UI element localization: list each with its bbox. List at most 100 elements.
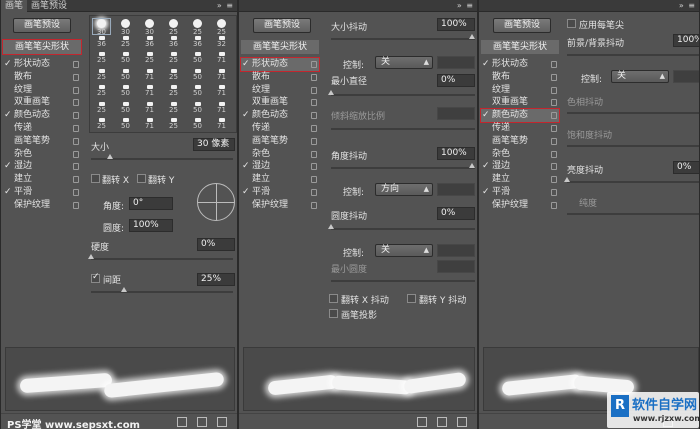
trash-icon[interactable] <box>217 417 227 427</box>
checkmark-icon[interactable]: ✓ <box>482 160 490 173</box>
brush-tip-cell[interactable]: 36 <box>189 35 206 51</box>
brush-tip-cell[interactable]: 25 <box>93 118 110 133</box>
brush-tip-cell[interactable]: 71 <box>141 68 158 84</box>
lock-icon[interactable] <box>551 86 557 94</box>
brush-tip-cell[interactable]: 50 <box>189 101 206 117</box>
lock-icon[interactable] <box>73 137 79 145</box>
angle-jitter-slider[interactable] <box>331 163 475 169</box>
checkmark-icon[interactable]: ✓ <box>242 186 250 199</box>
lock-icon[interactable] <box>73 86 79 94</box>
lock-icon[interactable] <box>551 99 557 107</box>
tilt-scale-field[interactable] <box>437 107 475 120</box>
lock-icon[interactable] <box>551 201 557 209</box>
sidebar-item[interactable]: 纹理 <box>3 84 81 97</box>
lock-icon[interactable] <box>311 176 317 184</box>
brush-tip-cell[interactable]: 36 <box>165 35 182 51</box>
brush-projection-checkbox[interactable] <box>329 309 338 318</box>
lock-icon[interactable] <box>73 163 79 171</box>
brush-tip-cell[interactable]: 50 <box>117 52 134 67</box>
lock-icon[interactable] <box>551 137 557 145</box>
flip-y-jitter-checkbox[interactable] <box>407 294 416 303</box>
brush-tip-cell[interactable]: 71 <box>213 118 230 133</box>
brush-tip-cell[interactable]: 25 <box>93 68 110 84</box>
sidebar-item[interactable]: 建立 <box>481 173 559 186</box>
brush-presets-button[interactable]: 画笔预设 <box>13 18 71 33</box>
brush-tip-cell[interactable]: 50 <box>117 85 134 100</box>
angle-field[interactable]: 0° <box>129 197 173 210</box>
brush-tip-cell[interactable]: 50 <box>117 118 134 133</box>
size-jitter-slider[interactable] <box>331 34 475 40</box>
roundness-fade-field[interactable] <box>437 244 475 257</box>
trash-icon[interactable] <box>457 417 467 427</box>
brush-tip-cell[interactable]: 71 <box>213 68 230 84</box>
brush-tip-grid[interactable]: 30 30 30 25 25 25 36 25 36 36 36 32 25 50 25 25 50 71 25 50… <box>89 15 237 133</box>
min-roundness-field[interactable] <box>437 260 475 273</box>
color-fade-field[interactable] <box>673 70 699 83</box>
lock-icon[interactable] <box>73 73 79 81</box>
lock-icon[interactable] <box>73 99 79 107</box>
panel-menu-icon[interactable]: » ≡ <box>457 0 474 12</box>
fg-bg-jitter-slider[interactable] <box>567 54 699 56</box>
size-slider[interactable] <box>91 154 233 160</box>
sidebar-item[interactable]: 传递 <box>3 122 81 135</box>
hue-jitter-slider[interactable] <box>567 112 699 114</box>
sidebar-item[interactable]: 散布 <box>241 71 319 84</box>
brush-tip-cell[interactable]: 50 <box>189 52 206 67</box>
sidebar-item[interactable]: ✓ 平滑 <box>241 186 319 199</box>
brush-tip-cell[interactable]: 50 <box>189 85 206 100</box>
lock-icon[interactable] <box>551 189 557 196</box>
lock-icon[interactable] <box>73 61 79 68</box>
brush-tip-cell[interactable]: 30 <box>92 18 111 36</box>
lock-icon[interactable] <box>551 61 557 68</box>
angle-jitter-slider-knob[interactable] <box>469 163 475 168</box>
fade-steps-field[interactable] <box>437 56 475 69</box>
brush-tip-cell[interactable]: 71 <box>141 85 158 100</box>
brush-tip-cell[interactable]: 50 <box>117 101 134 117</box>
lock-icon[interactable] <box>551 163 557 171</box>
sidebar-item[interactable]: 双重画笔 <box>481 96 559 109</box>
purity-slider[interactable] <box>567 213 699 215</box>
checkmark-icon[interactable]: ✓ <box>242 58 250 71</box>
brush-tip-cell[interactable]: 71 <box>213 52 230 67</box>
brush-tip-cell[interactable]: 32 <box>213 35 230 51</box>
sidebar-item[interactable]: 传递 <box>481 122 559 135</box>
sidebar-item[interactable]: 画笔笔势 <box>481 135 559 148</box>
sidebar-item[interactable]: 保护纹理 <box>481 199 559 212</box>
lock-icon[interactable] <box>73 125 79 132</box>
hardness-slider-knob[interactable] <box>88 254 94 259</box>
lock-icon[interactable] <box>551 150 557 158</box>
sidebar-item[interactable]: 保护纹理 <box>241 199 319 212</box>
size-jitter-slider-knob[interactable] <box>469 34 475 39</box>
angle-fade-field[interactable] <box>437 183 475 196</box>
apply-per-tip-checkbox[interactable] <box>567 19 576 28</box>
panel-menu-icon[interactable]: » ≡ <box>679 0 696 12</box>
sidebar-item[interactable]: 杂色 <box>3 148 81 161</box>
panel-menu-icon[interactable]: » ≡ <box>217 0 234 12</box>
sidebar-item-brush-tip-shape[interactable]: 画笔笔尖形状 <box>2 39 82 55</box>
brush-tip-cell[interactable]: 30 <box>141 19 158 36</box>
lock-icon[interactable] <box>311 201 317 209</box>
brush-tip-cell[interactable]: 25 <box>165 19 182 36</box>
brush-tip-cell[interactable]: 25 <box>165 118 182 133</box>
lock-icon[interactable] <box>311 61 317 68</box>
brush-presets-button[interactable]: 画笔预设 <box>253 18 311 33</box>
brightness-jitter-slider[interactable] <box>564 177 699 183</box>
roundness-jitter-field[interactable]: 0% <box>437 207 475 220</box>
size-jitter-field[interactable]: 100% <box>437 18 475 31</box>
brush-tip-cell[interactable]: 25 <box>189 19 206 36</box>
sidebar-item[interactable]: 双重画笔 <box>241 96 319 109</box>
tab-brush-presets[interactable]: 画笔预设 <box>27 0 71 12</box>
lock-icon[interactable] <box>311 125 317 132</box>
brightness-jitter-field[interactable]: 0% <box>673 161 699 174</box>
lock-icon[interactable] <box>551 176 557 184</box>
checkmark-icon[interactable]: ✓ <box>482 58 490 71</box>
sidebar-item[interactable]: ✓ 形状动态 <box>240 57 320 72</box>
checkmark-icon[interactable]: ✓ <box>242 109 250 122</box>
fg-bg-jitter-field[interactable]: 100% <box>673 34 699 47</box>
brush-tip-cell[interactable]: 25 <box>141 52 158 67</box>
sidebar-item[interactable]: 画笔笔势 <box>241 135 319 148</box>
lock-icon[interactable] <box>311 189 317 196</box>
saturation-jitter-slider[interactable] <box>567 145 699 147</box>
lock-icon[interactable] <box>311 86 317 94</box>
new-preset-icon[interactable] <box>197 417 207 427</box>
